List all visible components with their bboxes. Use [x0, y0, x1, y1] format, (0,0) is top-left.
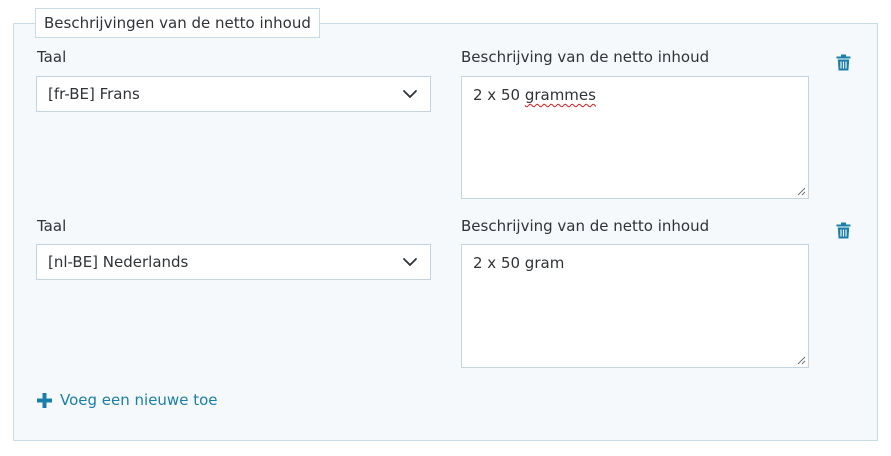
description-textarea-2[interactable]: 2 x 50 gram	[461, 244, 809, 368]
add-new-button[interactable]: Voeg een nieuwe toe	[37, 390, 218, 410]
language-select-2[interactable]: [nl-BE] Nederlands	[36, 244, 431, 280]
chevron-down-icon	[403, 258, 417, 266]
trash-icon[interactable]	[836, 222, 851, 239]
description-text: 2 x 50 gram	[473, 254, 565, 272]
language-select-1[interactable]: [fr-BE] Frans	[36, 76, 431, 112]
resize-grip-icon[interactable]	[797, 356, 806, 365]
description-textarea-1[interactable]: 2 x 50 grammes	[461, 76, 809, 199]
plus-icon	[37, 392, 52, 408]
trash-icon[interactable]	[836, 54, 851, 71]
description-label: Beschrijving van de netto inhoud	[461, 217, 710, 235]
section-legend: Beschrijvingen van de netto inhoud	[35, 8, 320, 38]
resize-grip-icon[interactable]	[797, 187, 806, 196]
language-select-value: [fr-BE] Frans	[48, 85, 140, 103]
description-label: Beschrijving van de netto inhoud	[461, 48, 710, 66]
chevron-down-icon	[403, 90, 417, 98]
language-label: Taal	[37, 48, 67, 66]
description-text-prefix: 2 x 50	[473, 86, 525, 104]
language-label: Taal	[37, 217, 67, 235]
language-select-value: [nl-BE] Nederlands	[48, 253, 189, 271]
add-new-label: Voeg een nieuwe toe	[60, 391, 218, 409]
spellcheck-flagged-word: grammes	[524, 86, 596, 104]
